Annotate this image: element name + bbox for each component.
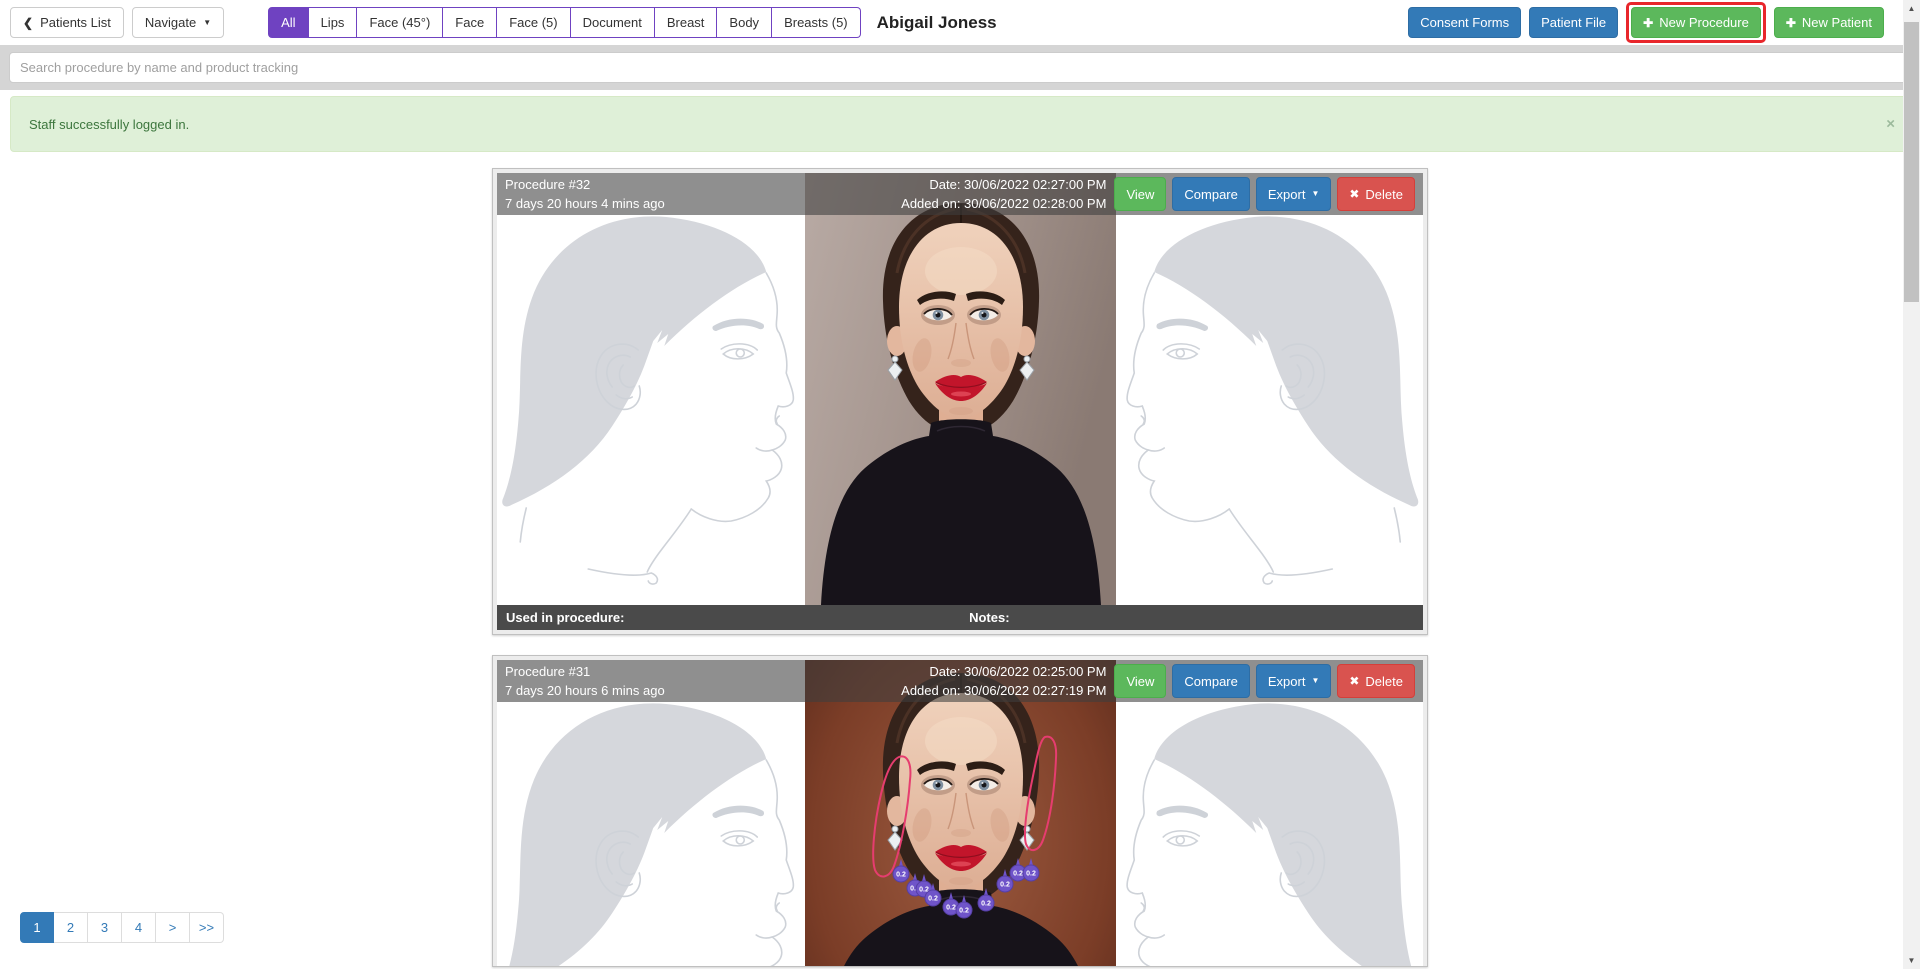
tab-face-5[interactable]: Face (5)	[497, 7, 570, 38]
click-highlight-annotation: ✚ New Procedure	[1626, 2, 1766, 43]
profile-silhouette-left	[497, 660, 805, 967]
tab-all[interactable]: All	[268, 7, 308, 38]
patient-photo	[805, 173, 1116, 605]
x-icon: ✖	[1349, 187, 1359, 201]
page-4[interactable]: 4	[122, 912, 156, 943]
profile-silhouette-right	[1116, 173, 1424, 605]
procedure-card-31: 0.20.20.20.20.20.20.20.20.20.2 Procedure…	[492, 655, 1428, 967]
svg-text:0.2: 0.2	[946, 904, 956, 911]
new-patient-button[interactable]: ✚ New Patient	[1774, 7, 1884, 38]
view-button[interactable]: View	[1114, 177, 1166, 211]
page-next[interactable]: >	[156, 912, 190, 943]
procedure-31-media: 0.20.20.20.20.20.20.20.20.20.2 Procedure…	[497, 660, 1423, 967]
caret-down-icon: ▼	[1311, 190, 1319, 198]
tab-face-45[interactable]: Face (45°)	[357, 7, 443, 38]
page-1[interactable]: 1	[20, 912, 54, 943]
profile-silhouette-left	[497, 173, 805, 605]
new-procedure-button[interactable]: ✚ New Procedure	[1631, 7, 1761, 38]
plus-icon: ✚	[1643, 16, 1653, 30]
view-button[interactable]: View	[1114, 664, 1166, 698]
scrollbar-thumb[interactable]	[1904, 22, 1919, 302]
page-3[interactable]: 3	[88, 912, 122, 943]
compare-button[interactable]: Compare	[1172, 177, 1249, 211]
search-input[interactable]	[9, 52, 1911, 83]
success-alert: Staff successfully logged in. ×	[10, 96, 1910, 152]
tab-body[interactable]: Body	[717, 7, 772, 38]
svg-text:0.2: 0.2	[928, 895, 938, 902]
tab-lips[interactable]: Lips	[309, 7, 358, 38]
top-actions: Consent Forms Patient File ✚ New Procedu…	[1408, 2, 1884, 43]
navigate-label: Navigate	[145, 15, 196, 30]
procedure-date: Date: 30/06/2022 02:25:00 PM	[901, 662, 1106, 682]
svg-text:0.2: 0.2	[1026, 870, 1036, 877]
procedure-added: Added on: 30/06/2022 02:27:19 PM	[901, 681, 1106, 701]
procedure-age: 7 days 20 hours 6 mins ago	[505, 681, 665, 701]
procedure-32-media: Procedure #32 7 days 20 hours 4 mins ago…	[497, 173, 1423, 605]
procedure-footer-bar: Used in procedure: Notes:	[497, 605, 1423, 630]
caret-down-icon: ▼	[1311, 677, 1319, 685]
profile-silhouette-right	[1116, 660, 1424, 967]
procedure-title: Procedure #31	[505, 662, 665, 682]
svg-text:0.2: 0.2	[896, 871, 906, 878]
category-tabs: All Lips Face (45°) Face Face (5) Docume…	[268, 7, 861, 38]
procedure-title: Procedure #32	[505, 175, 665, 195]
tab-breasts-5[interactable]: Breasts (5)	[772, 7, 861, 38]
patients-list-label: Patients List	[40, 15, 111, 30]
procedure-added: Added on: 30/06/2022 02:28:00 PM	[901, 194, 1106, 214]
procedure-date: Date: 30/06/2022 02:27:00 PM	[901, 175, 1106, 195]
tab-breast[interactable]: Breast	[655, 7, 718, 38]
procedure-header-overlay: Procedure #31 7 days 20 hours 6 mins ago…	[497, 660, 1423, 702]
navigate-dropdown[interactable]: Navigate ▼	[132, 7, 224, 38]
procedure-card-32: Procedure #32 7 days 20 hours 4 mins ago…	[492, 168, 1428, 635]
svg-text:0.2: 0.2	[981, 900, 991, 907]
close-icon[interactable]: ×	[1886, 116, 1895, 133]
pagination: 1 2 3 4 > >>	[20, 912, 224, 943]
page-last[interactable]: >>	[190, 912, 224, 943]
chevron-left-icon: ❮	[23, 16, 33, 30]
tab-face[interactable]: Face	[443, 7, 497, 38]
svg-text:0.2: 0.2	[1013, 870, 1023, 877]
delete-button[interactable]: ✖ Delete	[1337, 664, 1415, 698]
procedure-header-overlay: Procedure #32 7 days 20 hours 4 mins ago…	[497, 173, 1423, 215]
export-dropdown[interactable]: Export ▼	[1256, 664, 1332, 698]
scroll-down-icon[interactable]: ▼	[1903, 952, 1920, 969]
patients-list-button[interactable]: ❮ Patients List	[10, 7, 124, 38]
patient-file-button[interactable]: Patient File	[1529, 7, 1618, 38]
procedure-age: 7 days 20 hours 4 mins ago	[505, 194, 665, 214]
page-title: Abigail Joness	[877, 13, 997, 33]
alert-message: Staff successfully logged in.	[29, 117, 189, 132]
vertical-scrollbar[interactable]: ▲ ▼	[1903, 0, 1920, 969]
scroll-up-icon[interactable]: ▲	[1903, 0, 1920, 17]
svg-text:0.2: 0.2	[959, 907, 969, 914]
delete-button[interactable]: ✖ Delete	[1337, 177, 1415, 211]
tab-document[interactable]: Document	[571, 7, 655, 38]
svg-text:0.2: 0.2	[1000, 881, 1010, 888]
plus-icon: ✚	[1786, 16, 1796, 30]
top-toolbar: ❮ Patients List Navigate ▼ All Lips Face…	[0, 0, 1920, 45]
export-dropdown[interactable]: Export ▼	[1256, 177, 1332, 211]
patient-photo-annotated: 0.20.20.20.20.20.20.20.20.20.2	[805, 660, 1116, 967]
caret-down-icon: ▼	[203, 19, 211, 27]
x-icon: ✖	[1349, 674, 1359, 688]
consent-forms-button[interactable]: Consent Forms	[1408, 7, 1521, 38]
used-in-procedure-label: Used in procedure:	[506, 610, 969, 625]
compare-button[interactable]: Compare	[1172, 664, 1249, 698]
page-2[interactable]: 2	[54, 912, 88, 943]
search-band	[0, 45, 1920, 90]
notes-label: Notes:	[969, 610, 1009, 625]
